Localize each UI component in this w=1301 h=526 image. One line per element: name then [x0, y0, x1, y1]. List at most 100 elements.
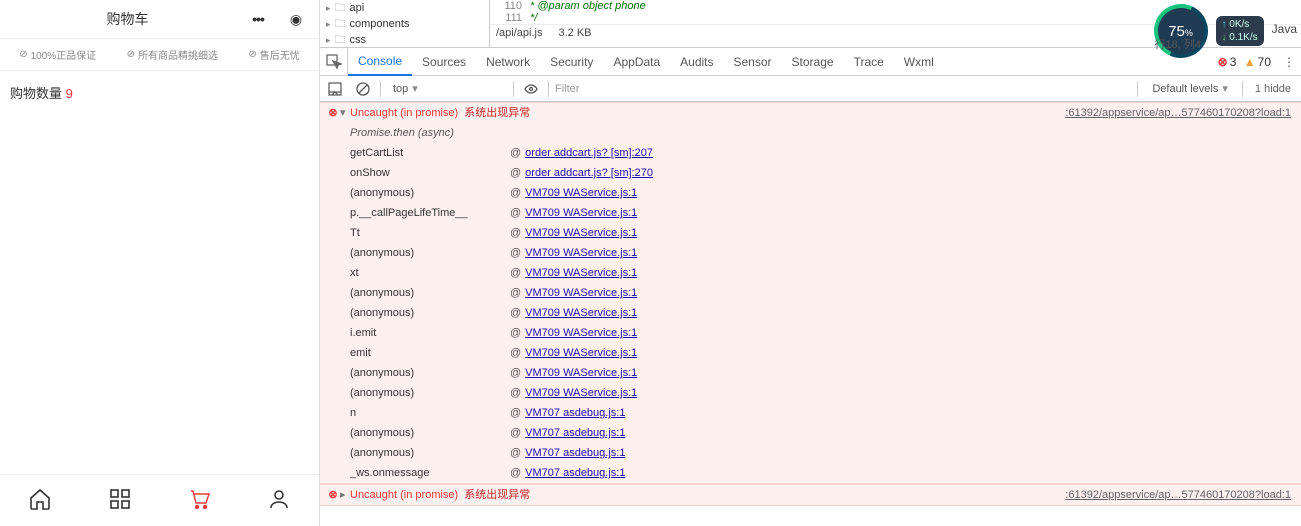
- capsule-menu-button[interactable]: •••: [245, 9, 271, 29]
- stack-function: emit: [350, 343, 510, 363]
- stack-source-link[interactable]: VM707 asdebug.js:1: [525, 403, 625, 423]
- stack-source-link[interactable]: VM707 asdebug.js:1: [525, 423, 625, 443]
- inspect-element-button[interactable]: [320, 48, 348, 76]
- error-header-row[interactable]: ⊗ ▸ Uncaught (in promise) 系统出现异常 :61392/…: [320, 485, 1301, 505]
- code-text[interactable]: * @param object phone */: [530, 0, 646, 24]
- tab-audits[interactable]: Audits: [670, 48, 723, 76]
- error-header-row[interactable]: ⊗ ▾ Uncaught (in promise) 系统出现异常 :61392/…: [320, 103, 1301, 123]
- status-language: Java: [1272, 22, 1297, 36]
- stack-frame: onShow@order addcart.js? [sm]:270: [320, 163, 1301, 183]
- error-source-link[interactable]: :61392/appservice/ap…577460170208?load:1: [1065, 485, 1295, 505]
- tab-home[interactable]: [28, 487, 52, 514]
- stack-source-link[interactable]: VM709 WAService.js:1: [525, 203, 637, 223]
- stack-at: @: [510, 343, 525, 363]
- promo-text: 100%正品保证: [31, 47, 97, 62]
- stack-source-link[interactable]: VM709 WAService.js:1: [525, 183, 637, 203]
- stack-frame: (anonymous)@VM709 WAService.js:1: [320, 383, 1301, 403]
- cart-icon: [187, 487, 211, 511]
- hidden-count[interactable]: 1 hidde: [1249, 83, 1297, 95]
- file-tree-item[interactable]: ▸🗀css: [326, 32, 483, 47]
- tab-wxml[interactable]: Wxml: [894, 48, 944, 76]
- log-levels-selector[interactable]: Default levels ▾: [1144, 82, 1236, 95]
- stack-source-link[interactable]: VM707 asdebug.js:1: [525, 443, 625, 463]
- stack-function: (anonymous): [350, 423, 510, 443]
- live-expression-button[interactable]: [520, 78, 542, 100]
- error-source-link[interactable]: :61392/appservice/ap…577460170208?load:1: [1065, 103, 1295, 123]
- stack-source-link[interactable]: VM709 WAService.js:1: [525, 263, 637, 283]
- stack-function: (anonymous): [350, 443, 510, 463]
- stack-frame: xt@VM709 WAService.js:1: [320, 263, 1301, 283]
- stack-source-link[interactable]: VM709 WAService.js:1: [525, 243, 637, 263]
- stack-source-link[interactable]: order addcart.js? [sm]:207: [525, 143, 653, 163]
- stack-source-link[interactable]: VM709 WAService.js:1: [525, 343, 637, 363]
- stack-function: (anonymous): [350, 283, 510, 303]
- grid-icon: [108, 487, 132, 511]
- tab-storage[interactable]: Storage: [782, 48, 844, 76]
- tab-security[interactable]: Security: [540, 48, 603, 76]
- toggle-sidebar-button[interactable]: [324, 78, 346, 100]
- console-output[interactable]: ⊗ ▾ Uncaught (in promise) 系统出现异常 :61392/…: [320, 102, 1301, 526]
- stack-source-link[interactable]: VM709 WAService.js:1: [525, 383, 637, 403]
- expand-icon[interactable]: ▸: [340, 485, 350, 505]
- context-label: top: [393, 83, 408, 95]
- cart-count-value: 9: [66, 86, 73, 101]
- app-preview-pane: 购物车 ••• ◉ ⊘ 100%正品保证 ⊘ 所有商品精挑细选 ⊘ 售后无忧 购…: [0, 0, 320, 526]
- console-error-group: ⊗ ▾ Uncaught (in promise) 系统出现异常 :61392/…: [320, 102, 1301, 484]
- stack-function: getCartList: [350, 143, 510, 163]
- file-tree-label: css: [350, 34, 367, 46]
- stack-frame: p.__callPageLifeTime__@VM709 WAService.j…: [320, 203, 1301, 223]
- stack-frame: Tt@VM709 WAService.js:1: [320, 223, 1301, 243]
- net-rates: 0K/s 0.1K/s: [1216, 16, 1264, 46]
- stack-at: @: [510, 223, 525, 243]
- stack-at: @: [510, 183, 525, 203]
- collapse-icon[interactable]: ▾: [340, 103, 350, 123]
- stack-at: @: [510, 383, 525, 403]
- promo-item: ⊘ 100%正品保证: [19, 47, 96, 62]
- file-tree-item[interactable]: ▸🗀api: [326, 0, 483, 16]
- filter-input[interactable]: Filter: [555, 83, 1131, 95]
- error-message: 系统出现异常: [464, 103, 530, 123]
- stack-at: @: [510, 403, 525, 423]
- stack-at: @: [510, 143, 525, 163]
- stack-frame: (anonymous)@VM709 WAService.js:1: [320, 363, 1301, 383]
- tab-console[interactable]: Console: [348, 48, 412, 76]
- stack-function: _ws.onmessage: [350, 463, 510, 483]
- stack-source-link[interactable]: VM709 WAService.js:1: [525, 363, 637, 383]
- stack-at: @: [510, 283, 525, 303]
- stack-source-link[interactable]: VM709 WAService.js:1: [525, 303, 637, 323]
- tab-trace[interactable]: Trace: [844, 48, 894, 76]
- stack-source-link[interactable]: VM709 WAService.js:1: [525, 223, 637, 243]
- clear-console-button[interactable]: [352, 78, 374, 100]
- tab-appdata[interactable]: AppData: [603, 48, 670, 76]
- stack-source-link[interactable]: VM709 WAService.js:1: [525, 283, 637, 303]
- file-tree[interactable]: ▸🗀api ▸🗀components ▸🗀css: [320, 0, 490, 47]
- tab-sources[interactable]: Sources: [412, 48, 476, 76]
- tab-cart[interactable]: [187, 487, 211, 514]
- levels-label: Default levels: [1152, 83, 1218, 95]
- stack-function: n: [350, 403, 510, 423]
- stack-function: Tt: [350, 223, 510, 243]
- console-toolbar: top ▾ Filter Default levels ▾ 1 hidde: [320, 76, 1301, 102]
- tab-sensor[interactable]: Sensor: [724, 48, 782, 76]
- line-number: 110: [490, 0, 522, 12]
- tab-category[interactable]: [108, 487, 132, 514]
- promo-text: 所有商品精挑细选: [138, 47, 218, 62]
- inspect-icon: [326, 54, 342, 70]
- file-tree-label: api: [350, 2, 365, 14]
- context-selector[interactable]: top ▾: [387, 82, 507, 95]
- stack-source-link[interactable]: order addcart.js? [sm]:270: [525, 163, 653, 183]
- capsule-close-button[interactable]: ◉: [283, 9, 309, 29]
- stack-at: @: [510, 423, 525, 443]
- promo-row: ⊘ 100%正品保证 ⊘ 所有商品精挑细选 ⊘ 售后无忧: [0, 38, 319, 71]
- stack-source-link[interactable]: VM709 WAService.js:1: [525, 323, 637, 343]
- stack-source-link[interactable]: VM707 asdebug.js:1: [525, 463, 625, 483]
- stack-frame: (anonymous)@VM709 WAService.js:1: [320, 243, 1301, 263]
- tab-user[interactable]: [267, 487, 291, 514]
- status-cursor-position: 行18, 列4: [1155, 36, 1201, 52]
- stack-at: @: [510, 303, 525, 323]
- stack-frame: _ws.onmessage@VM707 asdebug.js:1: [320, 463, 1301, 483]
- file-tree-item[interactable]: ▸🗀components: [326, 16, 483, 32]
- tab-network[interactable]: Network: [476, 48, 540, 76]
- status-filepath: /api/api.js: [496, 27, 542, 39]
- clear-icon: [356, 82, 370, 96]
